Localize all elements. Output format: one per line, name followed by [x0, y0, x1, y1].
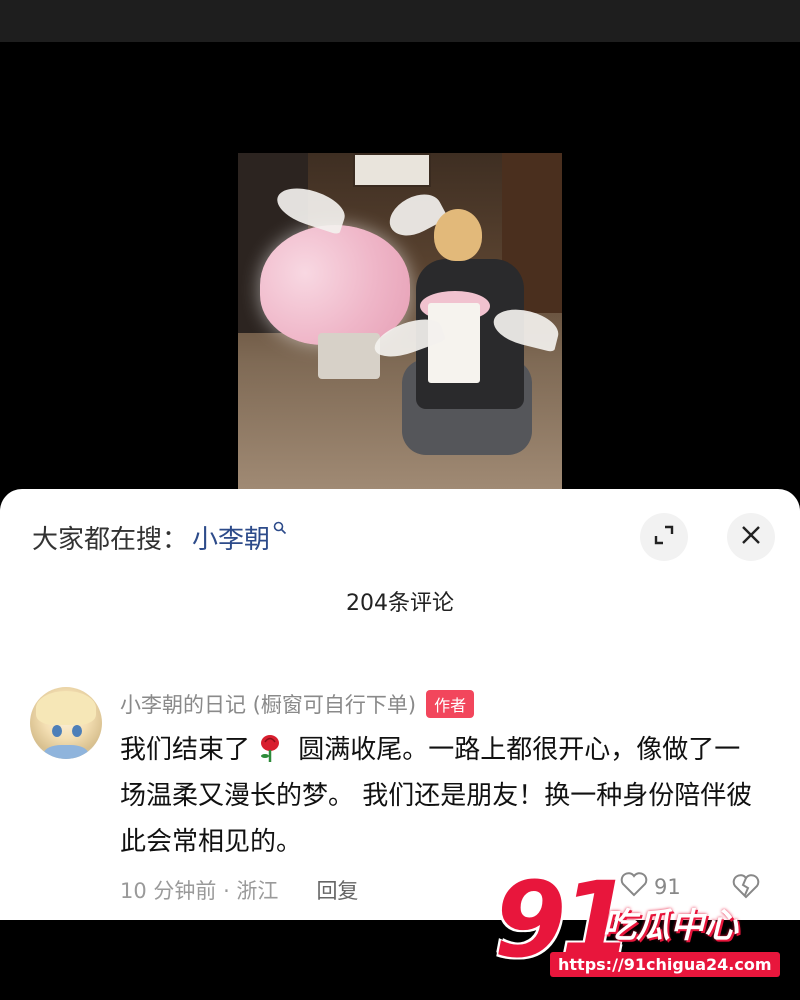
comments-sheet: 大家都在搜： 小李朝 204条评论 小李朝的日记 (橱窗可自行下单) 作者 我们…	[0, 489, 800, 920]
site-watermark: 91 吃瓜中心 https://91chigua24.com	[494, 868, 794, 986]
photo-heart-bouquet	[260, 225, 410, 345]
expand-button[interactable]	[640, 513, 688, 561]
expand-icon	[653, 524, 675, 550]
author-badge: 作者	[426, 690, 475, 718]
close-icon	[740, 524, 762, 550]
avatar-eye	[72, 725, 82, 737]
rose-icon	[256, 732, 284, 762]
status-bar	[0, 0, 800, 42]
avatar-collar	[44, 745, 88, 759]
watermark-logo-text: 吃瓜中心	[602, 906, 738, 946]
search-prefix: 大家都在搜：	[32, 525, 189, 555]
comment-author[interactable]: 小李朝的日记 (橱窗可自行下单)	[120, 689, 416, 719]
search-suggestion[interactable]: 大家都在搜： 小李朝	[32, 519, 287, 556]
post-photo[interactable]	[238, 153, 562, 490]
comment-meta: 10 分钟前 · 浙江 回复	[120, 875, 358, 905]
comment-text-part1: 我们结束了	[120, 735, 251, 765]
close-button[interactable]	[727, 513, 775, 561]
comment-author-line: 小李朝的日记 (橱窗可自行下单) 作者	[120, 689, 475, 719]
watermark-url: https://91chigua24.com	[550, 952, 780, 977]
photo-poster	[353, 153, 431, 187]
avatar-hair	[36, 691, 96, 725]
search-keyword[interactable]: 小李朝	[192, 519, 270, 556]
comment-count: 204条评论	[346, 591, 454, 616]
comment-text: 我们结束了 圆满收尾。一路上都很开心，像做了一场温柔又漫长的梦。 我们还是朋友！…	[120, 727, 760, 865]
magnifier-icon	[273, 520, 287, 539]
reply-button[interactable]: 回复	[316, 875, 358, 905]
avatar-eye	[52, 725, 62, 737]
comment-time-location: 10 分钟前 · 浙江	[120, 879, 279, 903]
photo-person-head	[434, 209, 482, 261]
photo-basket	[318, 333, 380, 379]
avatar[interactable]	[30, 687, 102, 759]
